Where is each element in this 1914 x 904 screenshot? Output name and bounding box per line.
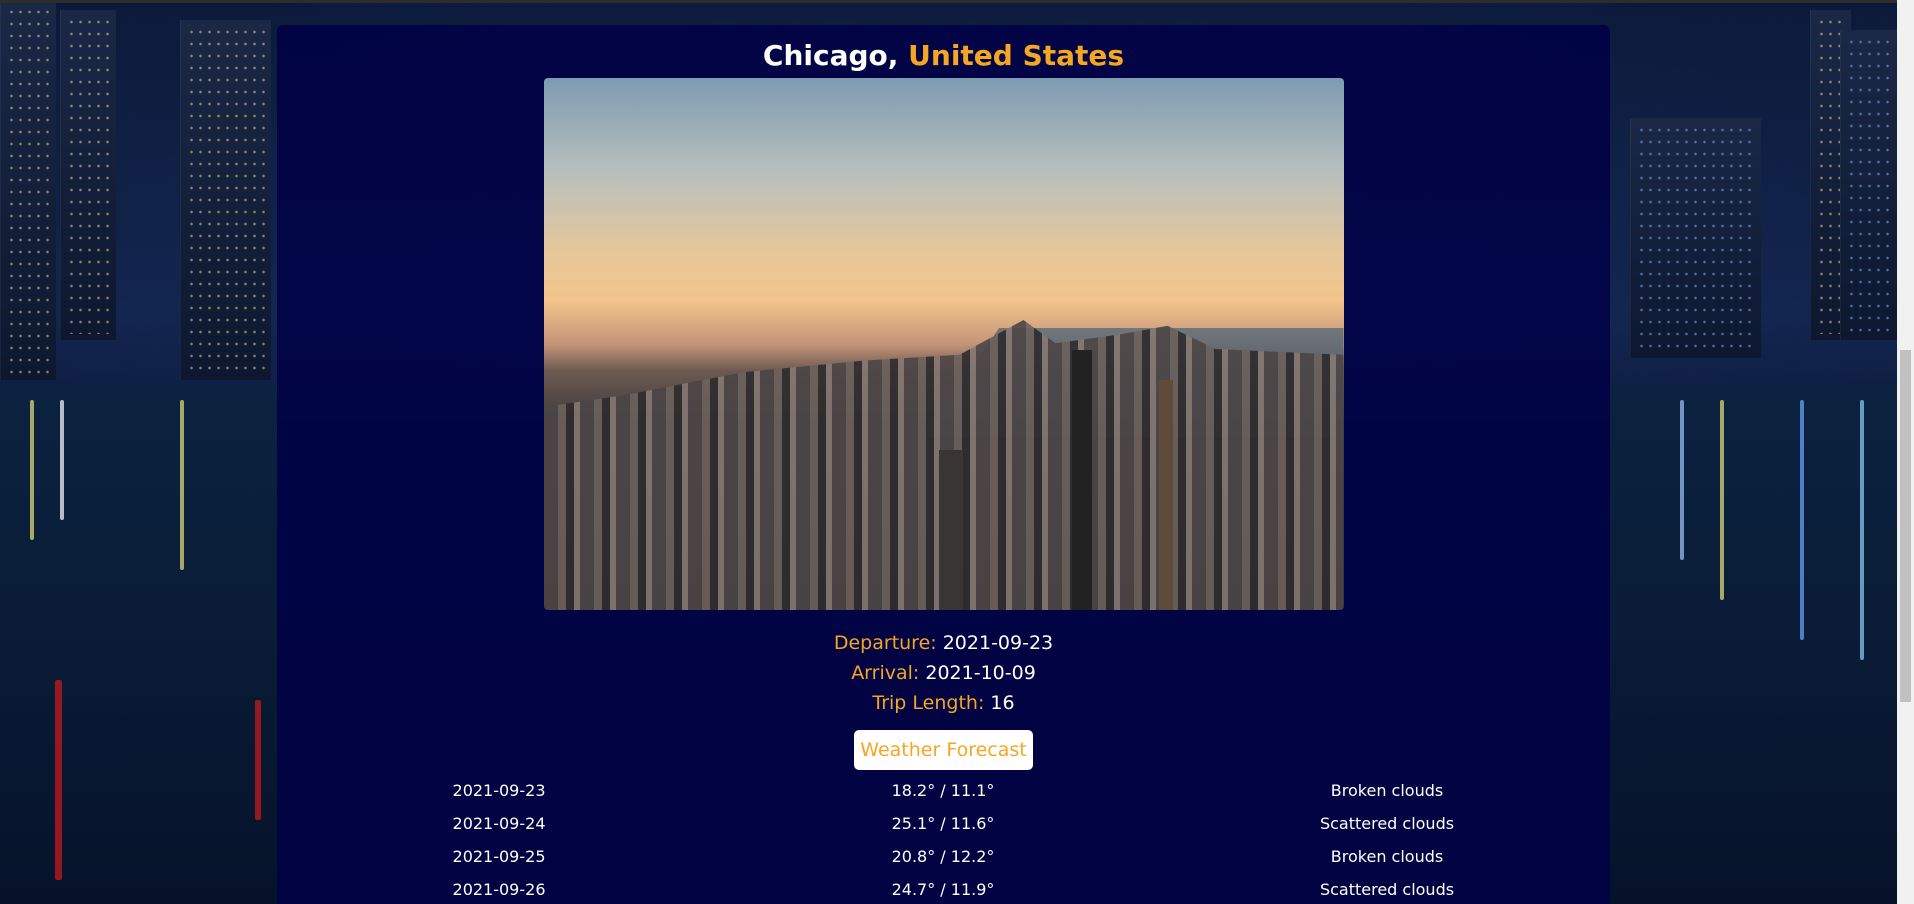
background-building [1630, 118, 1761, 358]
trip-card: Chicago, United States Departure: 2021-0… [277, 25, 1610, 904]
forecast-date: 2021-09-25 [452, 847, 546, 866]
background-reflection [1800, 400, 1804, 640]
forecast-row: 2021-09-24 25.1° / 11.6° Scattered cloud… [277, 814, 1610, 847]
photo-tower [938, 450, 963, 610]
browser-top-edge [0, 0, 1914, 3]
trip-details: Departure: 2021-09-23 Arrival: 2021-10-0… [277, 628, 1610, 718]
arrival-value: 2021-10-09 [925, 662, 1036, 684]
forecast-temps: 24.7° / 11.9° [891, 880, 995, 899]
photo-tower [1071, 350, 1092, 610]
forecast-description: Broken clouds [1330, 781, 1444, 800]
forecast-row: 2021-09-26 24.7° / 11.9° Scattered cloud… [277, 880, 1610, 904]
forecast-date: 2021-09-24 [452, 814, 546, 833]
background-reflection [180, 400, 184, 570]
photo-tower [1158, 380, 1173, 610]
departure-label: Departure: [833, 632, 937, 654]
background-reflection [1720, 400, 1724, 600]
trip-length-value: 16 [990, 692, 1015, 714]
forecast-temps: 25.1° / 11.6° [891, 814, 995, 833]
background-building [0, 0, 56, 380]
arrival-line: Arrival: 2021-10-09 [277, 658, 1610, 688]
forecast-description: Scattered clouds [1319, 880, 1455, 899]
arrival-label: Arrival: [851, 662, 920, 684]
forecast-row: 2021-09-25 20.8° / 12.2° Broken clouds [277, 847, 1610, 880]
country-name: United States [908, 39, 1125, 72]
background-reflection [255, 700, 261, 820]
city-photo [543, 78, 1344, 610]
forecast-description: Broken clouds [1330, 847, 1444, 866]
city-name: Chicago, [762, 39, 899, 72]
scrollbar-thumb[interactable] [1900, 350, 1911, 702]
forecast-row: 2021-09-23 18.2° / 11.1° Broken clouds [277, 781, 1610, 814]
background-reflection [30, 400, 34, 540]
background-reflection [1860, 400, 1864, 660]
weather-forecast-button[interactable]: Weather Forecast [854, 730, 1033, 770]
background-reflection [1680, 400, 1684, 560]
forecast-temps: 20.8° / 12.2° [891, 847, 995, 866]
forecast-date: 2021-09-23 [452, 781, 546, 800]
forecast-description: Scattered clouds [1319, 814, 1455, 833]
background-reflection [55, 680, 62, 880]
forecast-table: 2021-09-23 18.2° / 11.1° Broken clouds 2… [277, 781, 1610, 904]
background-reflection [60, 400, 64, 520]
forecast-date: 2021-09-26 [452, 880, 546, 899]
forecast-temps: 18.2° / 11.1° [891, 781, 995, 800]
departure-line: Departure: 2021-09-23 [277, 628, 1610, 658]
trip-length-line: Trip Length: 16 [277, 688, 1610, 718]
background-building [60, 10, 116, 340]
background-building [180, 20, 271, 380]
vertical-scrollbar[interactable] [1897, 0, 1914, 904]
departure-value: 2021-09-23 [942, 632, 1054, 654]
trip-length-label: Trip Length: [872, 692, 985, 714]
background-building [1840, 30, 1898, 340]
trip-title: Chicago, United States [277, 38, 1610, 74]
